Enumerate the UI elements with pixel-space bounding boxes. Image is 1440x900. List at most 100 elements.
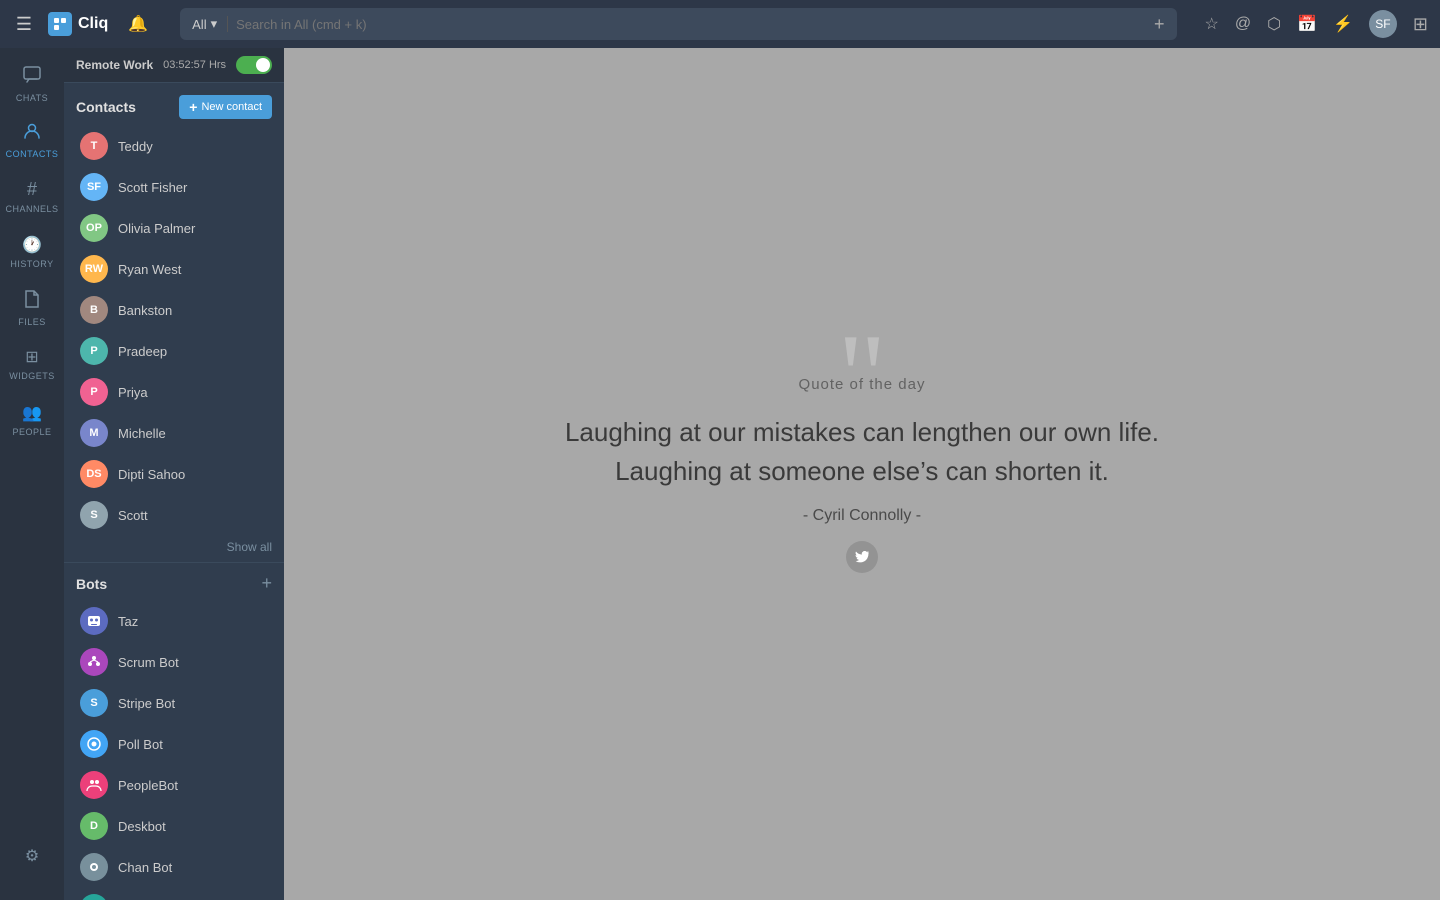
contacts-label: CONTACTS (6, 149, 59, 159)
bot-item-taz[interactable]: Taz (68, 601, 280, 641)
bot-avatar (80, 607, 108, 635)
contacts-panel: Remote Work 03:52:57 Hrs Contacts + New … (64, 48, 284, 900)
avatar: OP (80, 214, 108, 242)
bot-item-support-bot[interactable]: S Support Bot (68, 888, 280, 900)
bot-item-poll-bot[interactable]: Poll Bot (68, 724, 280, 764)
contacts-title: Contacts (76, 99, 136, 115)
search-bar: All ▾ + (180, 8, 1176, 40)
bot-name: Taz (118, 614, 138, 629)
main-content: " Quote of the day Laughing at our mista… (284, 48, 1440, 900)
contact-name: Scott (118, 508, 148, 523)
add-search-icon[interactable]: + (1154, 14, 1165, 35)
contact-item-priya[interactable]: P Priya (68, 372, 280, 412)
files-icon (24, 290, 40, 313)
quote-author: - Cyril Connolly - (565, 507, 1159, 525)
bot-item-stripe-bot[interactable]: S Stripe Bot (68, 683, 280, 723)
contact-item-michelle[interactable]: M Michelle (68, 413, 280, 453)
package-icon[interactable]: ⬡ (1267, 14, 1281, 34)
avatar: P (80, 337, 108, 365)
contact-item-teddy[interactable]: T Teddy (68, 126, 280, 166)
search-input[interactable] (236, 17, 1142, 32)
contact-name: Priya (118, 385, 148, 400)
contact-name: Olivia Palmer (118, 221, 195, 236)
avatar: T (80, 132, 108, 160)
contact-item-bankston[interactable]: B Bankston (68, 290, 280, 330)
avatar: DS (80, 460, 108, 488)
user-avatar[interactable]: SF (1369, 10, 1397, 38)
logo-icon (48, 12, 72, 36)
quote-line1: Laughing at our mistakes can lengthen ou… (565, 417, 1159, 447)
contact-name: Michelle (118, 426, 166, 441)
bots-title: Bots (76, 576, 107, 592)
contacts-icon (23, 122, 41, 145)
chevron-down-icon: ▾ (211, 16, 218, 32)
zap-icon[interactable]: ⚡ (1333, 14, 1353, 34)
bot-avatar: D (80, 812, 108, 840)
bot-name: Chan Bot (118, 860, 172, 875)
search-filter[interactable]: All ▾ (192, 16, 228, 32)
bot-name: Scrum Bot (118, 655, 179, 670)
bot-name: PeopleBot (118, 778, 178, 793)
bot-name: Deskbot (118, 819, 166, 834)
history-label: HISTORY (10, 259, 53, 269)
sidebar-item-settings[interactable]: ⚙ (0, 828, 64, 884)
sidebar-item-channels[interactable]: # CHANNELS (0, 168, 64, 224)
bot-item-deskbot[interactable]: D Deskbot (68, 806, 280, 846)
star-icon[interactable]: ☆ (1205, 14, 1219, 34)
plus-icon: + (189, 99, 197, 115)
twitter-share-button[interactable] (846, 541, 878, 573)
menu-icon[interactable]: ☰ (12, 14, 36, 35)
contact-item-ryan-west[interactable]: RW Ryan West (68, 249, 280, 289)
sidebar-item-people[interactable]: 👥 PEOPLE (0, 392, 64, 448)
contact-item-dipti-sahoo[interactable]: DS Dipti Sahoo (68, 454, 280, 494)
contact-item-scott[interactable]: S Scott (68, 495, 280, 535)
remote-work-timer: 03:52:57 Hrs (163, 59, 226, 71)
sidebar-item-widgets[interactable]: ⊞ WIDGETS (0, 336, 64, 392)
contact-name: Scott Fisher (118, 180, 187, 195)
avatar: M (80, 419, 108, 447)
bot-avatar (80, 648, 108, 676)
remote-work-toggle[interactable] (236, 56, 272, 74)
sidebar-nav: CHATS CONTACTS # CHANNELS 🕐 HISTORY FILE… (0, 48, 64, 900)
new-contact-button[interactable]: + New contact (179, 95, 272, 119)
bot-item-chan-bot[interactable]: Chan Bot (68, 847, 280, 887)
bot-name: Stripe Bot (118, 696, 175, 711)
bot-item-peoplebot[interactable]: PeopleBot (68, 765, 280, 805)
bot-avatar (80, 771, 108, 799)
calendar-icon[interactable]: 📅 (1297, 14, 1317, 34)
at-icon[interactable]: @ (1235, 15, 1251, 33)
bot-item-scrum-bot[interactable]: Scrum Bot (68, 642, 280, 682)
app-logo: Cliq (48, 12, 108, 36)
contact-name: Bankston (118, 303, 172, 318)
sidebar-item-history[interactable]: 🕐 HISTORY (0, 224, 64, 280)
avatar: B (80, 296, 108, 324)
bot-avatar: S (80, 894, 108, 900)
sidebar-item-contacts[interactable]: CONTACTS (0, 112, 64, 168)
settings-icon: ⚙ (25, 846, 39, 866)
contact-name: Dipti Sahoo (118, 467, 185, 482)
app-name: Cliq (78, 15, 108, 33)
avatar: RW (80, 255, 108, 283)
avatar: P (80, 378, 108, 406)
remote-work-bar: Remote Work 03:52:57 Hrs (64, 48, 284, 83)
contact-item-pradeep[interactable]: P Pradeep (68, 331, 280, 371)
add-bot-button[interactable]: + (261, 573, 272, 594)
remote-work-label: Remote Work (76, 58, 153, 72)
people-icon: 👥 (22, 403, 42, 423)
topbar-actions: ☆ @ ⬡ 📅 ⚡ SF ⊞ (1205, 10, 1429, 38)
contact-item-scott-fisher[interactable]: SF Scott Fisher (68, 167, 280, 207)
grid-icon[interactable]: ⊞ (1413, 14, 1428, 35)
quote-text: Laughing at our mistakes can lengthen ou… (565, 413, 1159, 491)
contact-item-olivia-palmer[interactable]: OP Olivia Palmer (68, 208, 280, 248)
bot-avatar: S (80, 689, 108, 717)
notification-icon[interactable]: 🔔 (128, 14, 148, 34)
sidebar-item-files[interactable]: FILES (0, 280, 64, 336)
bots-header: Bots + (64, 562, 284, 600)
widgets-label: WIDGETS (9, 371, 55, 381)
channels-icon: # (27, 179, 37, 200)
show-all-link[interactable]: Show all (64, 536, 284, 562)
sidebar-item-chats[interactable]: CHATS (0, 56, 64, 112)
new-contact-label: New contact (201, 101, 262, 113)
topbar: ☰ Cliq 🔔 All ▾ + ☆ @ ⬡ 📅 ⚡ SF ⊞ (0, 0, 1440, 48)
chats-label: CHATS (16, 93, 48, 103)
